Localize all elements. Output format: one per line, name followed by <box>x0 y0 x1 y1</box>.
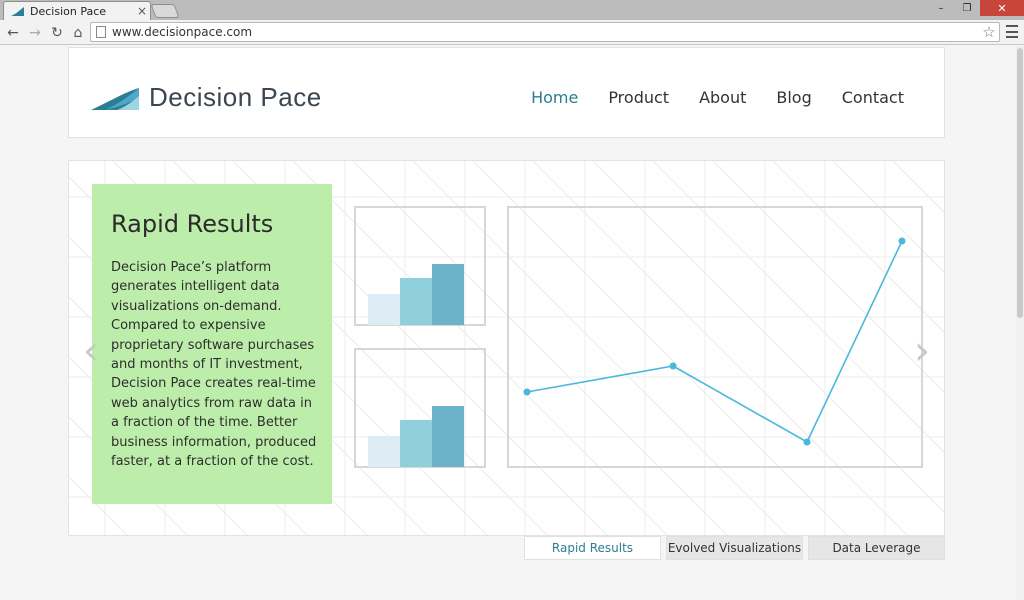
nav-about[interactable]: About <box>699 88 746 107</box>
slider-tabs: Rapid Results Evolved Visualizations Dat… <box>524 536 945 560</box>
line-chart-point <box>523 388 531 396</box>
mini-bar-mid <box>400 420 432 467</box>
page-scrollbar[interactable] <box>1016 46 1024 600</box>
line-chart-point <box>898 237 906 245</box>
page-icon <box>96 26 106 38</box>
forward-icon[interactable]: → <box>25 23 45 42</box>
tab-evolved-visualizations[interactable]: Evolved Visualizations <box>666 536 803 560</box>
reload-icon[interactable]: ↻ <box>47 23 67 42</box>
nav-home[interactable]: Home <box>531 88 578 107</box>
new-tab-button[interactable] <box>150 4 180 18</box>
window-controls: – ❐ ✕ <box>928 0 1024 16</box>
nav-product[interactable]: Product <box>608 88 669 107</box>
line-chart-point <box>803 438 811 446</box>
line-chart-point <box>669 362 677 370</box>
close-window-button[interactable]: ✕ <box>980 0 1024 16</box>
mini-bar-dark <box>432 406 464 467</box>
prev-slide-icon[interactable]: ‹ <box>83 331 99 371</box>
tab-rapid-results[interactable]: Rapid Results <box>524 536 661 560</box>
site-header: Decision Pace Home Product About Blog Co… <box>68 47 945 138</box>
star-icon[interactable]: ☆ <box>979 23 999 41</box>
line-chart-frame <box>507 206 923 468</box>
address-bar[interactable]: www.decisionpace.com ☆ <box>90 22 1000 42</box>
browser-titlebar: Decision Pace × – ❐ ✕ <box>0 0 1024 20</box>
site-logo[interactable]: Decision Pace <box>91 82 322 113</box>
minimize-button[interactable]: – <box>928 0 954 16</box>
mini-bar-light <box>368 436 400 467</box>
mini-bar-dark <box>432 264 464 325</box>
slide-title: Rapid Results <box>111 210 274 238</box>
decision-pace-logo-icon <box>91 87 139 110</box>
mini-bar-mid <box>400 278 432 325</box>
next-slide-icon[interactable]: › <box>914 331 930 371</box>
logo-text: Decision Pace <box>149 82 322 112</box>
hero-slider: Rapid Results Decision Pace’s platform g… <box>68 160 945 536</box>
line-chart-line <box>526 240 903 444</box>
slide-text-panel: Rapid Results Decision Pace’s platform g… <box>92 184 332 504</box>
main-nav: Home Product About Blog Contact <box>501 88 904 107</box>
decision-pace-logo-icon <box>11 6 24 16</box>
back-icon[interactable]: ← <box>3 23 23 42</box>
browser-toolbar: ← → ↻ ⌂ www.decisionpace.com ☆ <box>0 20 1024 45</box>
url-text[interactable]: www.decisionpace.com <box>112 25 979 39</box>
home-icon[interactable]: ⌂ <box>68 23 88 42</box>
nav-contact[interactable]: Contact <box>842 88 904 107</box>
scrollbar-thumb[interactable] <box>1017 48 1023 318</box>
slide-body: Decision Pace’s platform generates intel… <box>111 260 317 470</box>
browser-tab[interactable]: Decision Pace × <box>3 1 151 20</box>
tab-title: Decision Pace <box>30 4 107 18</box>
mini-bar-light <box>368 294 400 325</box>
tab-data-leverage[interactable]: Data Leverage <box>808 536 945 560</box>
nav-blog[interactable]: Blog <box>776 88 811 107</box>
tab-close-icon[interactable]: × <box>134 5 150 17</box>
hamburger-menu-icon[interactable] <box>1006 25 1018 38</box>
maximize-button[interactable]: ❐ <box>954 0 980 16</box>
